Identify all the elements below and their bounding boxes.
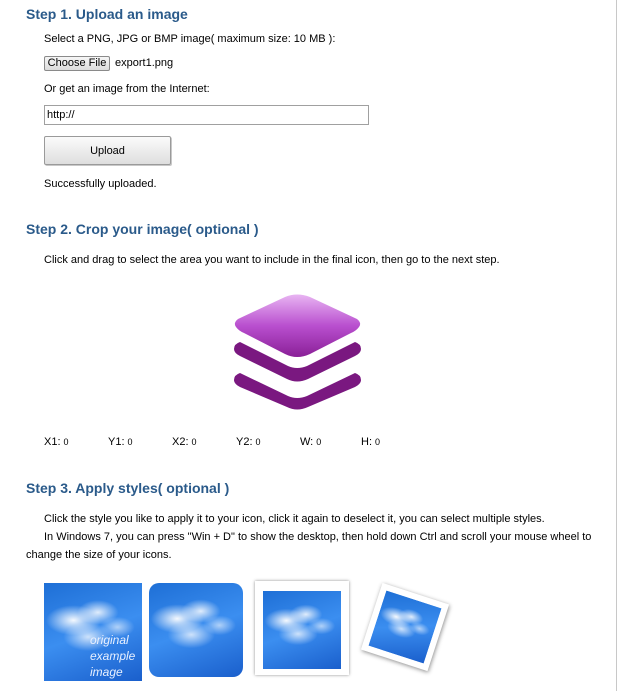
selected-file-name: export1.png bbox=[115, 57, 174, 69]
styles-instruction-line1: Click the style you like to apply it to … bbox=[44, 513, 545, 525]
tilted-photo bbox=[368, 590, 442, 664]
style-photo-frame[interactable] bbox=[255, 581, 349, 675]
coord-x2: X2: 0 bbox=[172, 436, 197, 448]
upload-instruction: Select a PNG, JPG or BMP image( maximum … bbox=[44, 33, 336, 45]
step1-title: Step 1. Upload an image bbox=[26, 6, 188, 22]
stack-top-layer bbox=[234, 294, 361, 357]
step3-title: Step 3. Apply styles( optional ) bbox=[26, 480, 230, 496]
coord-height: H: 0 bbox=[361, 436, 381, 448]
sky-clouds-image bbox=[149, 583, 243, 677]
styles-instruction-line2: In Windows 7, you can press "Win + D" to… bbox=[44, 531, 592, 543]
style-rounded-corner[interactable] bbox=[149, 583, 243, 677]
style-tilted-frame[interactable] bbox=[360, 582, 450, 672]
upload-button[interactable]: Upload bbox=[44, 136, 171, 165]
framed-photo bbox=[263, 591, 341, 669]
crop-image-stack-icon[interactable] bbox=[230, 294, 365, 412]
upload-status: Successfully uploaded. bbox=[44, 178, 157, 190]
sky-clouds-image bbox=[368, 590, 442, 664]
image-url-input[interactable] bbox=[44, 105, 369, 125]
coord-y2: Y2: 0 bbox=[236, 436, 261, 448]
coord-width: W: 0 bbox=[300, 436, 322, 448]
step2-title: Step 2. Crop your image( optional ) bbox=[26, 221, 259, 237]
choose-file-button[interactable]: Choose File bbox=[44, 56, 110, 71]
coord-x1: X1: 0 bbox=[44, 436, 69, 448]
internet-image-label: Or get an image from the Internet: bbox=[44, 83, 210, 95]
crop-instruction: Click and drag to select the area you wa… bbox=[44, 254, 500, 266]
style-original[interactable]: original example image bbox=[44, 583, 142, 681]
sky-clouds-image bbox=[263, 591, 341, 669]
original-example-caption: original example image bbox=[90, 633, 136, 679]
styles-instruction-line3: change the size of your icons. bbox=[26, 549, 172, 561]
coord-y1: Y1: 0 bbox=[108, 436, 133, 448]
